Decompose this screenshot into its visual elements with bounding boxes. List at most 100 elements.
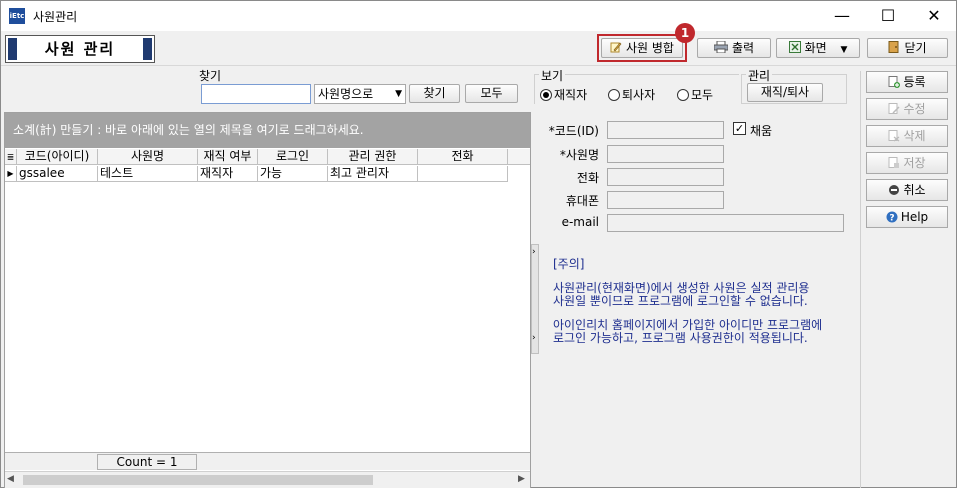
save-button[interactable]: 저장: [866, 152, 948, 174]
mobile-field[interactable]: [607, 191, 724, 209]
door-icon: [888, 40, 900, 58]
table-cell-name[interactable]: 테스트: [98, 166, 198, 182]
scroll-right-icon[interactable]: ▶: [518, 474, 525, 484]
col-header-login[interactable]: 로그인: [258, 149, 328, 165]
help-button[interactable]: ? Help: [866, 206, 948, 228]
edit-doc-icon: [888, 101, 900, 114]
printer-icon: [713, 40, 729, 58]
notice-line-3: 아이인리치 홈페이지에서 가입한 아이디만 프로그램에: [553, 318, 823, 332]
add-doc-icon: [888, 74, 901, 88]
edit-label: 수정: [903, 102, 926, 116]
col-header-filler: [508, 149, 530, 165]
col-header-name[interactable]: 사원명: [98, 149, 198, 165]
pencil-icon: [610, 40, 622, 58]
toolbar-divider: [1, 65, 956, 66]
title-bar: iEtc 사원관리 — ☐ ✕: [1, 1, 956, 31]
merge-employee-label: 사원 병합: [626, 41, 674, 55]
code-field[interactable]: [607, 121, 724, 139]
help-label: Help: [900, 210, 929, 224]
auto-fill-checkbox[interactable]: ✓: [733, 122, 746, 135]
delete-button[interactable]: 삭제: [866, 125, 948, 147]
email-label: e-mail: [561, 215, 599, 229]
chevron-down-icon: ▼: [840, 45, 848, 55]
mobile-label: 휴대폰: [565, 194, 599, 208]
table-cell-permission[interactable]: 최고 관리자: [328, 166, 418, 182]
auto-fill-label: 채움: [750, 124, 773, 138]
search-group-label: 찾기: [197, 67, 224, 84]
edit-button[interactable]: 수정: [866, 98, 948, 120]
expand-arrow-icon: ›: [532, 247, 536, 257]
cancel-button[interactable]: 취소: [866, 179, 948, 201]
page-title: 사원 관리: [5, 35, 155, 63]
close-button[interactable]: 닫기: [867, 38, 948, 58]
phone-label: 전화: [576, 171, 599, 185]
merge-employee-button[interactable]: 사원 병합: [601, 38, 683, 58]
register-label: 등록: [903, 75, 926, 89]
group-by-bar[interactable]: 소계(計) 만들기 : 바로 아래에 있는 열의 제목을 여기로 드래그하세요.: [5, 113, 530, 148]
maximize-button[interactable]: ☐: [865, 1, 911, 31]
scroll-thumb[interactable]: [23, 475, 373, 485]
col-header-code[interactable]: 코드(아이디): [17, 149, 98, 165]
delete-label: 삭제: [903, 129, 926, 143]
view-group-label: 보기: [539, 67, 566, 84]
help-icon: ?: [886, 209, 898, 224]
table-cell-status[interactable]: 재직자: [198, 166, 258, 182]
notice-line-4: 로그인 가능하고, 프로그램 사용권한이 적용됩니다.: [553, 331, 808, 345]
name-field[interactable]: [607, 145, 724, 163]
radio-all-label: 모두: [691, 88, 714, 102]
window-title: 사원관리: [33, 10, 78, 24]
show-all-button[interactable]: 모두: [465, 84, 518, 103]
search-mode-value: 사원명으로: [318, 87, 374, 101]
col-header-phone[interactable]: 전화: [418, 149, 508, 165]
checkmark-icon: ✓: [734, 122, 745, 135]
radio-employed-label: 재직자: [554, 88, 588, 102]
step-badge: 1: [675, 23, 695, 43]
radio-all[interactable]: 모두: [677, 86, 713, 103]
table-cell-login[interactable]: 가능: [258, 166, 328, 182]
horizontal-scrollbar[interactable]: ◀ ▶: [5, 471, 530, 488]
email-field[interactable]: [607, 214, 844, 232]
phone-field[interactable]: [607, 168, 724, 186]
minimize-button[interactable]: —: [819, 1, 865, 31]
notice-title: [주의]: [553, 257, 585, 271]
scroll-left-icon[interactable]: ◀: [7, 474, 14, 484]
grid-footer: Count = 1: [5, 452, 530, 470]
title-left-bar: [8, 38, 17, 60]
app-icon: iEtc: [9, 8, 25, 24]
col-header-permission[interactable]: 관리 권한: [328, 149, 418, 165]
print-button[interactable]: 출력: [697, 38, 771, 58]
side-divider: [860, 71, 861, 488]
table-cell-phone[interactable]: [418, 166, 508, 182]
print-label: 출력: [731, 41, 755, 55]
expand-arrow-icon-bottom: ›: [532, 333, 536, 343]
delete-doc-icon: [888, 128, 900, 142]
code-label: *코드(ID): [548, 124, 599, 138]
employ-resign-button[interactable]: 재직/퇴사: [747, 83, 823, 102]
title-right-bar: [143, 38, 152, 60]
radio-resigned[interactable]: 퇴사자: [608, 86, 655, 103]
save-label: 저장: [903, 156, 926, 170]
cancel-icon: [888, 182, 900, 195]
close-window-button[interactable]: ✕: [911, 1, 957, 31]
search-input[interactable]: [201, 84, 311, 104]
screen-dropdown-button[interactable]: 화면 ▼: [776, 38, 860, 58]
notice-line-1: 사원관리(현재화면)에서 생성한 사원은 실적 관리용: [553, 281, 810, 295]
row-indicator-icon: ▶: [5, 166, 17, 182]
panel-splitter[interactable]: › ›: [531, 244, 539, 354]
search-mode-select[interactable]: 사원명으로 ▼: [314, 84, 406, 104]
chevron-down-icon: ▼: [395, 89, 402, 99]
notice-line-2: 사원일 뿐이므로 프로그램에 로그인할 수 없습니다.: [553, 294, 808, 308]
grid-corner[interactable]: ≣: [5, 149, 17, 165]
svg-text:?: ?: [889, 214, 894, 224]
find-button[interactable]: 찾기: [409, 84, 460, 103]
row-count: Count = 1: [97, 454, 197, 470]
col-header-status[interactable]: 재직 여부: [198, 149, 258, 165]
close-label: 닫기: [904, 41, 927, 55]
manage-group-label: 관리: [746, 67, 773, 84]
register-button[interactable]: 등록: [866, 71, 948, 93]
screen-label: 화면: [804, 41, 827, 55]
table-cell-code[interactable]: gssalee: [17, 166, 98, 182]
page-title-text: 사원 관리: [44, 40, 116, 58]
main-window: iEtc 사원관리 — ☐ ✕ 사원 관리 사원 병합 1 출력 화면 ▼ 닫기: [0, 0, 957, 488]
radio-employed[interactable]: 재직자: [540, 86, 587, 103]
